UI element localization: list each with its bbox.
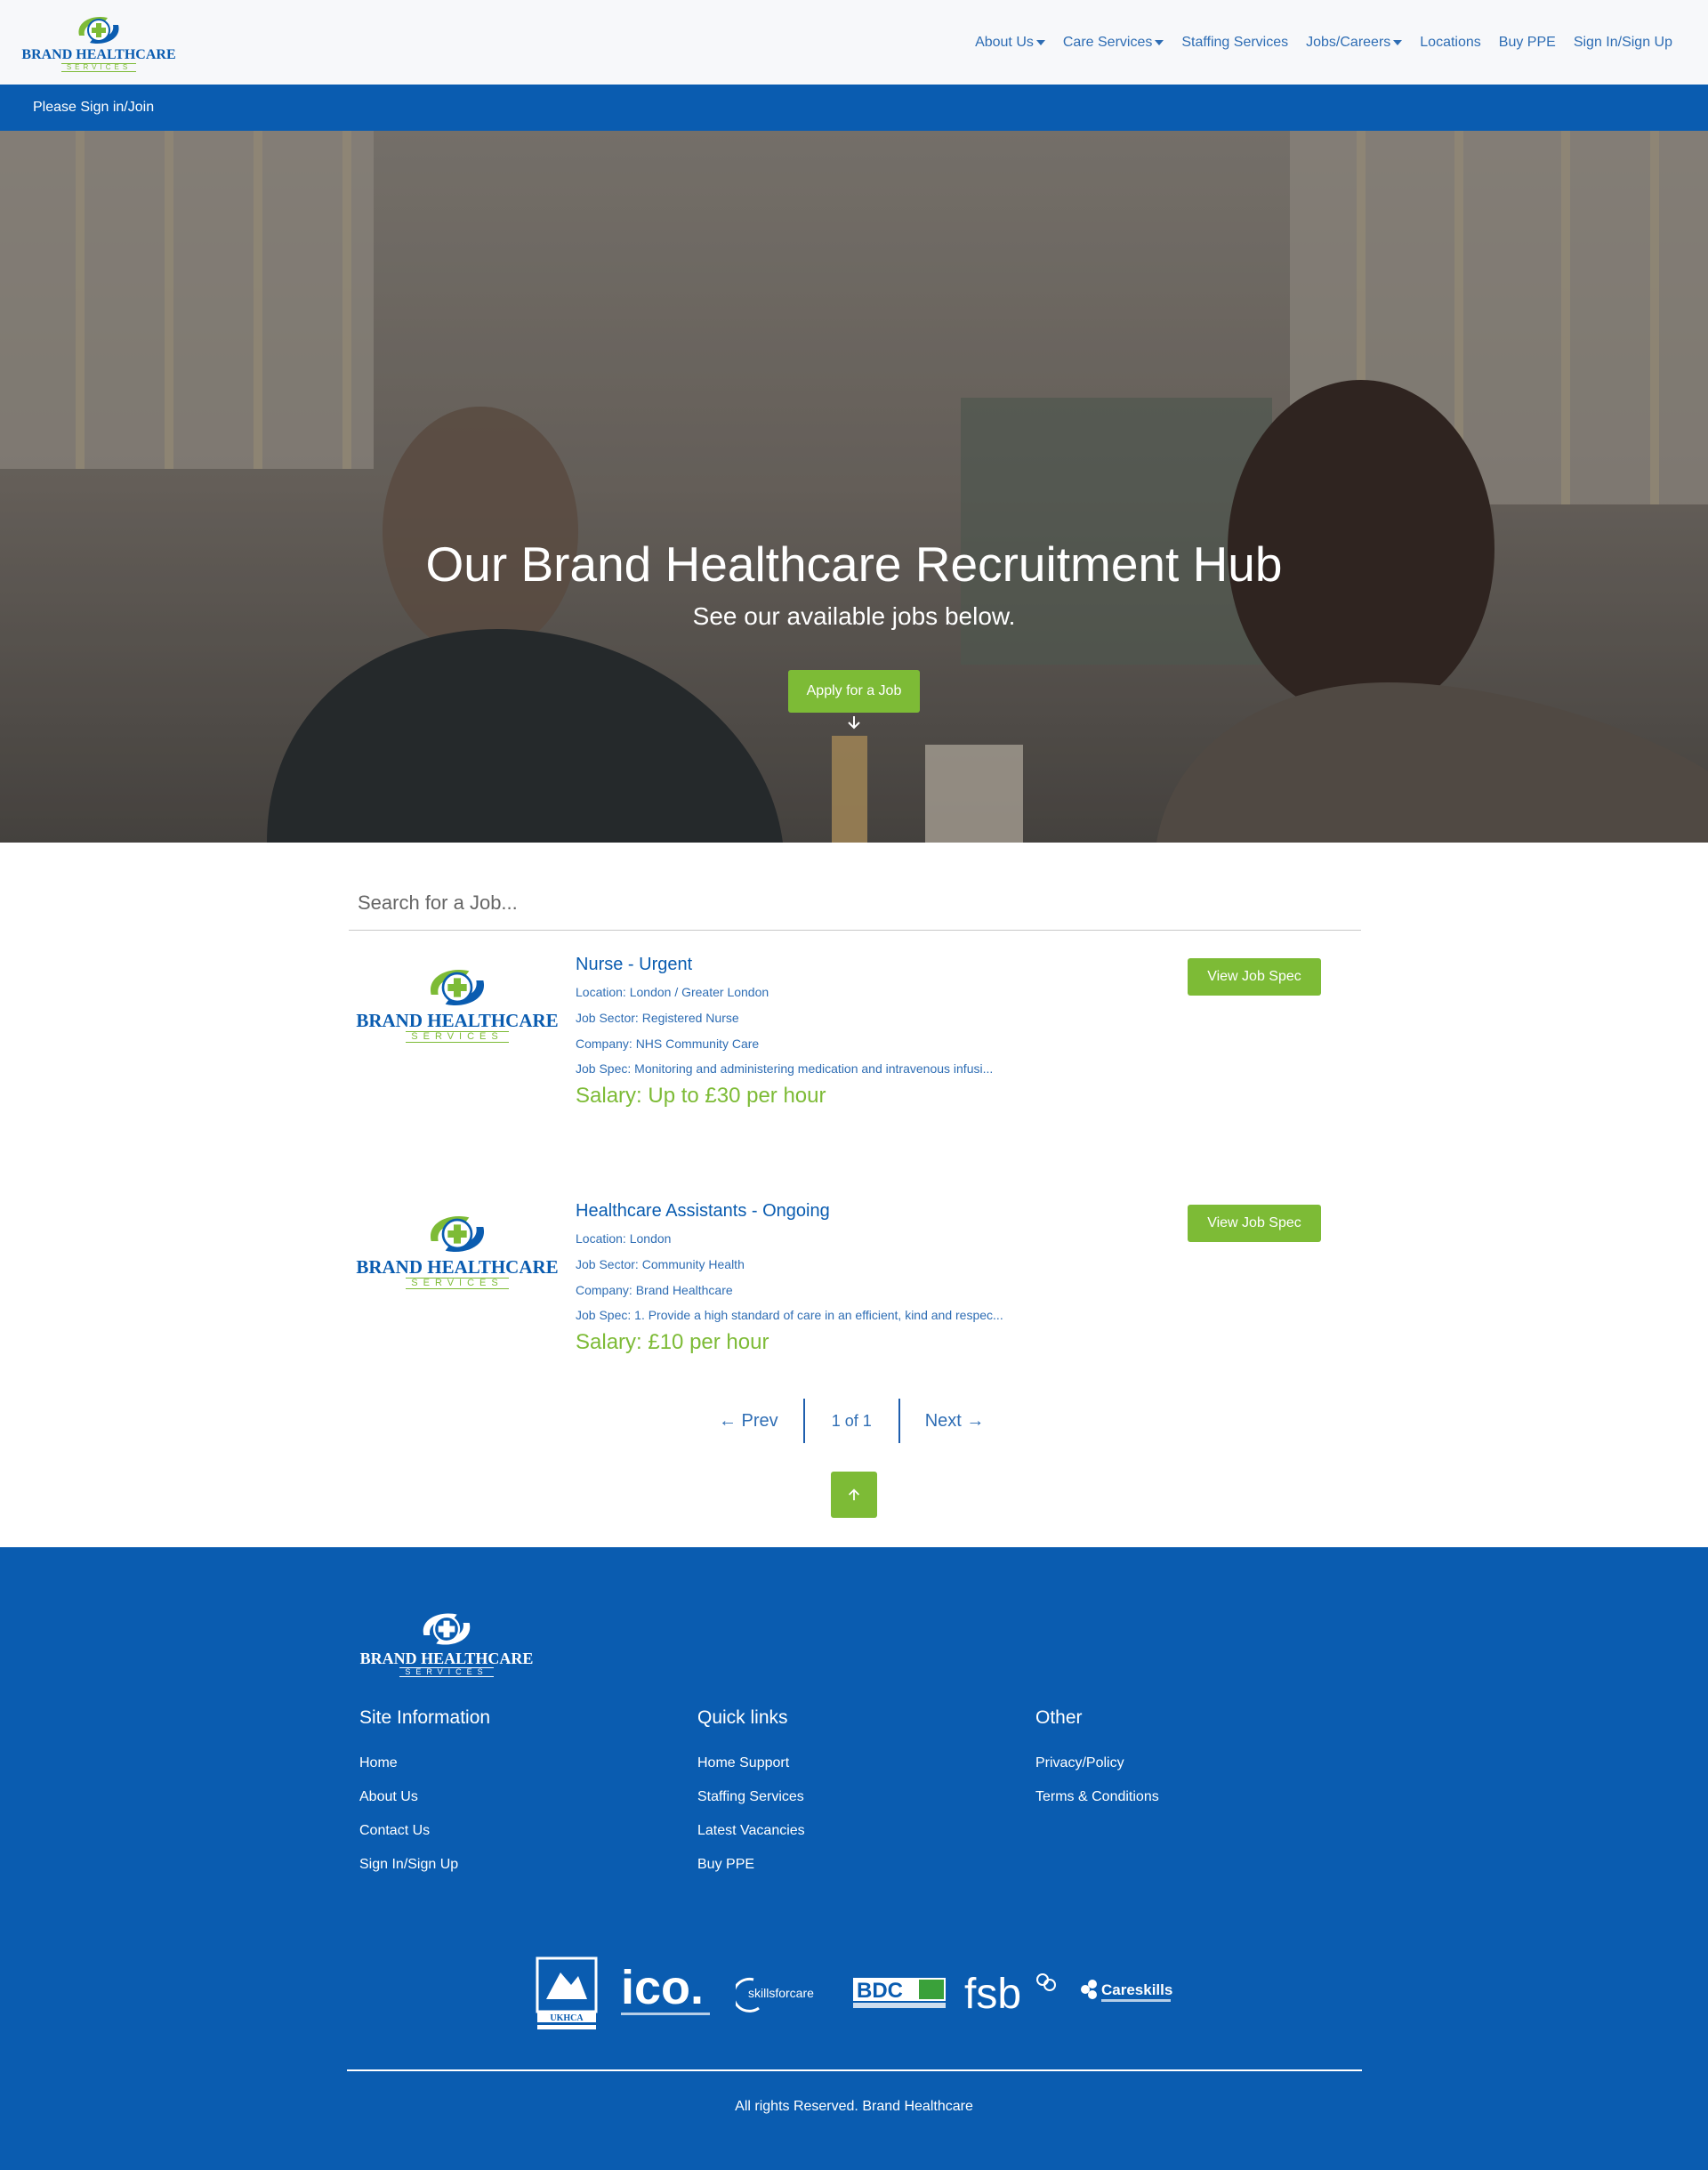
footer-brand-logo[interactable]: BRAND HEALTHCARE SERVICES — [359, 1608, 534, 1677]
footer-link-home-support[interactable]: Home Support — [697, 1755, 805, 1771]
job-spec: Job Spec: 1. Provide a high standard of … — [576, 1308, 1003, 1322]
job-listing: BRAND HEALTHCARE SERVICES Nurse - Urgent… — [349, 955, 1361, 1133]
view-job-spec-button[interactable]: View Job Spec — [1188, 958, 1321, 996]
careskills-academy-logo: Careskills — [1076, 1972, 1174, 2016]
hero-background-photo — [0, 131, 1708, 843]
bdc-logo: BDC — [852, 1974, 946, 2013]
brand-wordmark: BRAND HEALTHCARE — [359, 1650, 534, 1667]
view-job-spec-button[interactable]: View Job Spec — [1188, 1205, 1321, 1242]
nav-sign-in[interactable]: Sign In/Sign Up — [1565, 35, 1681, 51]
signin-join-link[interactable]: Please Sign in/Join — [33, 100, 154, 116]
copyright-text: All rights Reserved. Brand Healthcare — [735, 2099, 973, 2114]
job-title[interactable]: Healthcare Assistants - Ongoing — [576, 1201, 830, 1222]
brand-tagline: SERVICES — [406, 1278, 509, 1289]
job-listing: BRAND HEALTHCARE SERVICES Healthcare Ass… — [349, 1201, 1361, 1379]
svg-text:fsb: fsb — [964, 1971, 1021, 2018]
job-spec: Job Spec: Monitoring and administering m… — [576, 1061, 994, 1076]
svg-text:ico.: ico. — [621, 1963, 704, 2014]
job-salary: Salary: £10 per hour — [576, 1330, 769, 1354]
job-location: Location: London — [576, 1231, 672, 1246]
skillsforcare-logo: skillsforcare — [736, 1967, 834, 2021]
svg-text:BDC: BDC — [857, 1979, 903, 2003]
job-company: Company: NHS Community Care — [576, 1037, 760, 1051]
brand-tagline: SERVICES — [399, 1667, 494, 1677]
back-to-top-button[interactable] — [831, 1472, 877, 1518]
caret-down-icon — [1393, 39, 1403, 45]
svg-text:Careskills: Careskills — [1101, 1981, 1172, 1998]
signin-bar: Please Sign in/Join — [0, 85, 1708, 131]
footer-link-terms[interactable]: Terms & Conditions — [1035, 1789, 1159, 1805]
footer-column-quick-links: Quick links Home Support Staffing Servic… — [697, 1707, 805, 1891]
caret-down-icon — [1035, 39, 1045, 45]
site-footer: BRAND HEALTHCARE SERVICES Site Informati… — [0, 1547, 1708, 2170]
nav-care-services-label: Care Services — [1062, 34, 1153, 50]
job-company-logo: BRAND HEALTHCARE SERVICES — [356, 1210, 559, 1289]
nav-jobs-careers-label: Jobs/Careers — [1306, 34, 1391, 50]
brand-cross-icon — [78, 16, 119, 44]
arrow-up-icon — [848, 1488, 860, 1501]
footer-link-sign-in[interactable]: Sign In/Sign Up — [359, 1857, 490, 1873]
brand-tagline: SERVICES — [60, 63, 137, 72]
nav-jobs-careers[interactable]: Jobs/Careers — [1297, 35, 1411, 51]
footer-heading: Other — [1035, 1707, 1083, 1728]
top-navbar: BRAND HEALTHCARE SERVICES About Us Care … — [0, 0, 1708, 85]
footer-link-home[interactable]: Home — [359, 1755, 490, 1771]
footer-heading: Site Information — [359, 1707, 491, 1728]
nav-staffing-services-label: Staffing Services — [1181, 34, 1289, 50]
job-sector: Job Sector: Registered Nurse — [576, 1011, 739, 1025]
footer-column-site-information: Site Information Home About Us Contact U… — [359, 1707, 490, 1891]
nav-care-services[interactable]: Care Services — [1054, 35, 1172, 51]
footer-link-buy-ppe[interactable]: Buy PPE — [697, 1857, 805, 1873]
svg-text:skillsforcare: skillsforcare — [748, 1986, 814, 2000]
job-title[interactable]: Nurse - Urgent — [576, 955, 692, 975]
nav-staffing-services[interactable]: Staffing Services — [1172, 35, 1297, 51]
brand-logo[interactable]: BRAND HEALTHCARE SERVICES — [21, 12, 176, 72]
brand-cross-icon — [423, 1613, 471, 1645]
main-menu: About Us Care Services Staffing Services… — [966, 35, 1681, 51]
job-company-logo: BRAND HEALTHCARE SERVICES — [356, 964, 559, 1043]
brand-cross-icon — [430, 1215, 485, 1253]
brand-wordmark: BRAND HEALTHCARE — [21, 47, 176, 62]
page-indicator: 1 of 1 — [802, 1399, 900, 1443]
footer-link-privacy-policy[interactable]: Privacy/Policy — [1035, 1755, 1159, 1771]
footer-link-contact-us[interactable]: Contact Us — [359, 1823, 490, 1839]
job-sector: Job Sector: Community Health — [576, 1257, 745, 1271]
footer-link-latest-vacancies[interactable]: Latest Vacancies — [697, 1823, 805, 1839]
prev-page-button[interactable]: ← Prev — [694, 1399, 803, 1443]
caret-down-icon — [1155, 39, 1164, 45]
fsb-logo: fsb — [964, 1967, 1057, 2021]
footer-divider — [347, 2069, 1362, 2071]
next-page-button[interactable]: Next → — [900, 1399, 1010, 1443]
brand-wordmark: BRAND HEALTHCARE — [356, 1256, 559, 1278]
nav-about-us-label: About Us — [975, 34, 1034, 50]
footer-link-about-us[interactable]: About Us — [359, 1789, 490, 1805]
hero-title: Our Brand Healthcare Recruitment Hub — [425, 536, 1283, 592]
nav-sign-in-label: Sign In/Sign Up — [1573, 34, 1672, 50]
job-salary: Salary: Up to £30 per hour — [576, 1084, 826, 1108]
brand-tagline: SERVICES — [406, 1031, 509, 1043]
nav-buy-ppe-label: Buy PPE — [1498, 34, 1556, 50]
apply-for-job-button[interactable]: Apply for a Job — [788, 670, 920, 713]
nav-locations[interactable]: Locations — [1411, 35, 1490, 51]
nav-buy-ppe[interactable]: Buy PPE — [1490, 35, 1565, 51]
job-search-input[interactable] — [349, 876, 1361, 931]
ico-logo: ico. — [619, 1963, 717, 2025]
pagination: ← Prev 1 of 1 Next → — [694, 1399, 1009, 1443]
job-location: Location: London / Greater London — [576, 985, 769, 999]
ukhca-logo: UKHCA — [534, 1955, 600, 2033]
nav-about-us[interactable]: About Us — [966, 35, 1054, 51]
hero-subtitle: See our available jobs below. — [692, 602, 1016, 630]
footer-link-staffing-services[interactable]: Staffing Services — [697, 1789, 805, 1805]
nav-locations-label: Locations — [1420, 34, 1481, 50]
job-company: Company: Brand Healthcare — [576, 1283, 733, 1297]
arrow-down-icon[interactable] — [845, 714, 863, 731]
partner-logos: UKHCA ico. skillsforcare BDC fsb Careski… — [534, 1954, 1174, 2034]
brand-cross-icon — [430, 969, 485, 1006]
svg-text:UKHCA: UKHCA — [550, 2013, 584, 2023]
hero-section: Our Brand Healthcare Recruitment Hub See… — [0, 131, 1708, 843]
footer-heading: Quick links — [697, 1707, 788, 1728]
brand-wordmark: BRAND HEALTHCARE — [356, 1010, 559, 1031]
footer-column-other: Other Privacy/Policy Terms & Conditions — [1035, 1707, 1159, 1823]
